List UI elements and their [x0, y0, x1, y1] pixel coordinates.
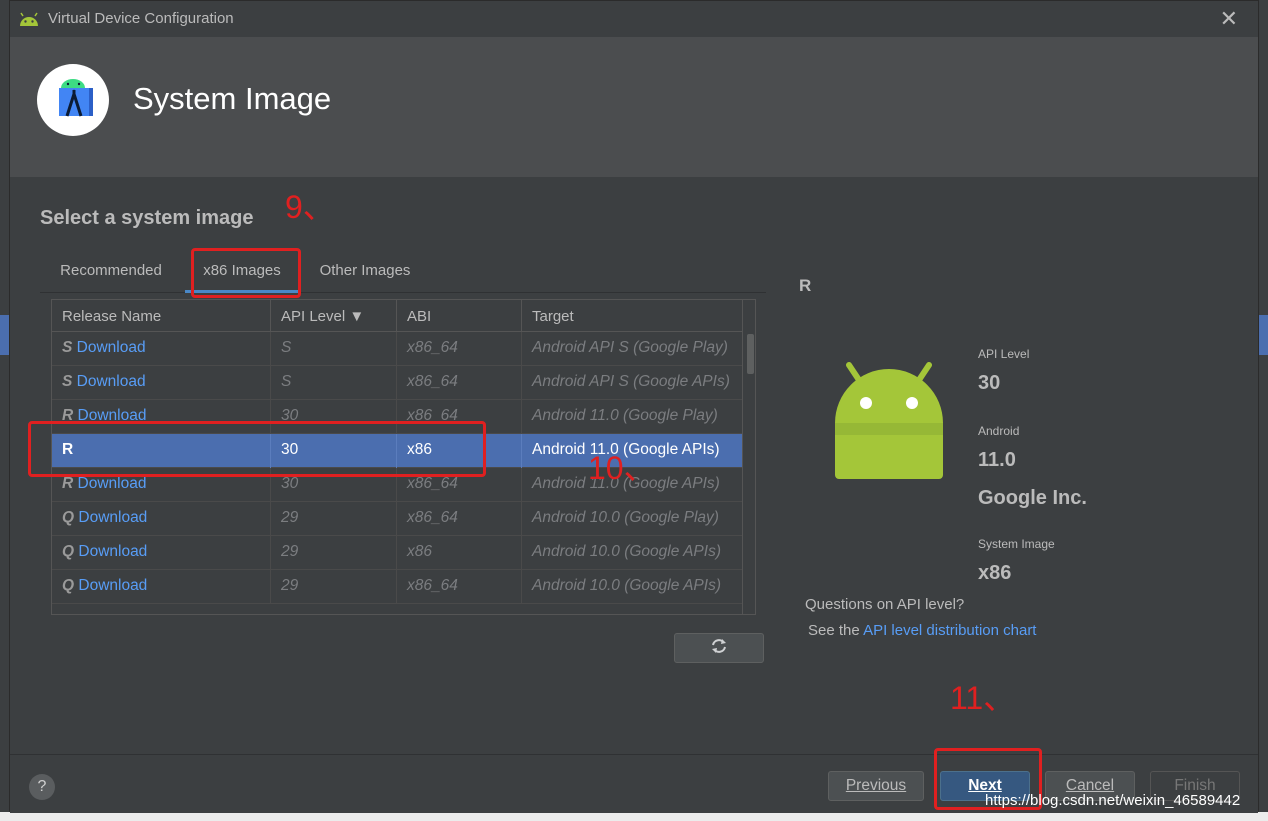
refresh-icon — [710, 638, 728, 658]
api-level-cell: S — [271, 366, 397, 400]
watermark: https://blog.csdn.net/weixin_46589442 — [985, 792, 1241, 809]
release-letter: S — [62, 339, 73, 356]
window-title: Virtual Device Configuration — [48, 10, 234, 27]
release-name-cell: S Download — [52, 332, 271, 366]
annotation-step-9: 9、 — [285, 189, 335, 225]
abi-cell: x86_64 — [397, 366, 522, 400]
background-selection-right — [1259, 315, 1268, 355]
image-tabs: Recommended x86 Images Other Images — [40, 253, 766, 293]
refresh-button[interactable] — [674, 633, 764, 663]
table-row[interactable]: S Download Sx86_64 Android API S (Google A… — [52, 366, 742, 400]
release-letter: Q — [62, 543, 75, 560]
page-heading: System Image — [133, 81, 332, 116]
api-level-cell: 29 — [271, 536, 397, 570]
table-row[interactable]: S Download Sx86_64 Android API S (Google P… — [52, 332, 742, 366]
close-icon[interactable]: ✕ — [1220, 7, 1238, 32]
android-studio-logo — [37, 64, 109, 136]
system-image-label: System Image — [978, 537, 1055, 551]
scrollbar-thumb[interactable] — [747, 334, 754, 374]
download-link[interactable]: Download — [77, 373, 146, 390]
api-level-cell: S — [271, 332, 397, 366]
abi-cell: x86_64 — [397, 570, 522, 604]
release-letter: R — [62, 475, 74, 492]
abi-cell: x86 — [397, 536, 522, 570]
target-cell: Android 10.0 (Google APIs) — [532, 543, 721, 560]
help-icon[interactable]: ? — [29, 774, 55, 800]
release-letter: Q — [62, 577, 75, 594]
virtual-device-dialog: Virtual Device Configuration ✕ System Im… — [9, 0, 1259, 813]
table-row[interactable]: Q Download 29 x86_64 Android 10.0 (Google A… — [52, 570, 742, 604]
api-chart-note: See the API level distribution chart — [808, 622, 1036, 639]
section-title: Select a system image — [40, 207, 254, 229]
details-title: R — [799, 276, 812, 295]
android-robot-icon — [833, 361, 945, 485]
abi-cell: x86_64 — [397, 502, 522, 536]
previous-button[interactable]: Previous — [828, 771, 924, 801]
api-level-label: API Level — [978, 347, 1030, 361]
target-cell: Android API S (Google Play) — [532, 339, 728, 356]
target-cell: Android 10.0 (Google Play) — [532, 509, 719, 526]
download-link[interactable]: Download — [78, 509, 147, 526]
table-row[interactable]: Q Download 29 x86 Android 10.0 (Google APIs… — [52, 536, 742, 570]
table-header: Release Name API Level ▼ ABI Target — [52, 300, 742, 332]
annotation-box-tab — [191, 248, 301, 298]
release-letter: S — [62, 373, 73, 390]
android-version-value: 11.0 — [978, 449, 1016, 471]
api-question: Questions on API level? — [805, 596, 965, 613]
tab-other-images[interactable]: Other Images — [310, 253, 420, 293]
system-image-value: x86 — [978, 562, 1012, 584]
download-link[interactable]: Download — [78, 543, 147, 560]
release-name-cell: Q Download — [52, 502, 271, 536]
api-level-value: 30 — [978, 372, 1001, 394]
tab-recommended[interactable]: Recommended — [40, 253, 182, 293]
api-level-cell: 29 — [271, 570, 397, 604]
see-the-text: See the — [808, 622, 864, 639]
target-cell: Android 11.0 (Google Play) — [532, 407, 718, 424]
annotation-step-10: 10、 — [588, 450, 656, 486]
table-row[interactable]: Q Download 29 x86_64 Android 10.0 (Google P… — [52, 502, 742, 536]
api-level-cell: 29 — [271, 502, 397, 536]
release-letter: Q — [62, 509, 75, 526]
release-name-cell: Q Download — [52, 570, 271, 604]
download-link[interactable]: Download — [77, 339, 146, 356]
abi-cell: x86_64 — [397, 332, 522, 366]
previous-label: Previous — [845, 777, 907, 794]
table-scrollbar[interactable] — [742, 300, 755, 614]
background-bottom-edge — [0, 812, 1268, 821]
title-bar: Virtual Device Configuration ✕ — [10, 1, 1258, 37]
target-cell: Android API S (Google APIs) — [532, 373, 730, 390]
column-api-level[interactable]: API Level ▼ — [271, 300, 397, 332]
annotation-step-11: 11、 — [950, 680, 1016, 716]
download-link[interactable]: Download — [78, 577, 147, 594]
release-name-cell: S Download — [52, 366, 271, 400]
column-release-name[interactable]: Release Name — [52, 300, 271, 332]
wizard-header: System Image — [10, 37, 1258, 177]
annotation-box-row — [28, 421, 486, 477]
api-distribution-link[interactable]: API level distribution chart — [863, 622, 1036, 639]
android-label: Android — [978, 424, 1020, 438]
download-link[interactable]: Download — [78, 475, 147, 492]
column-target[interactable]: Target — [522, 300, 742, 332]
vendor-value: Google Inc. — [978, 487, 1087, 509]
release-name-cell: Q Download — [52, 536, 271, 570]
android-icon — [18, 10, 40, 32]
column-abi[interactable]: ABI — [397, 300, 522, 332]
target-cell: Android 10.0 (Google APIs) — [532, 577, 721, 594]
